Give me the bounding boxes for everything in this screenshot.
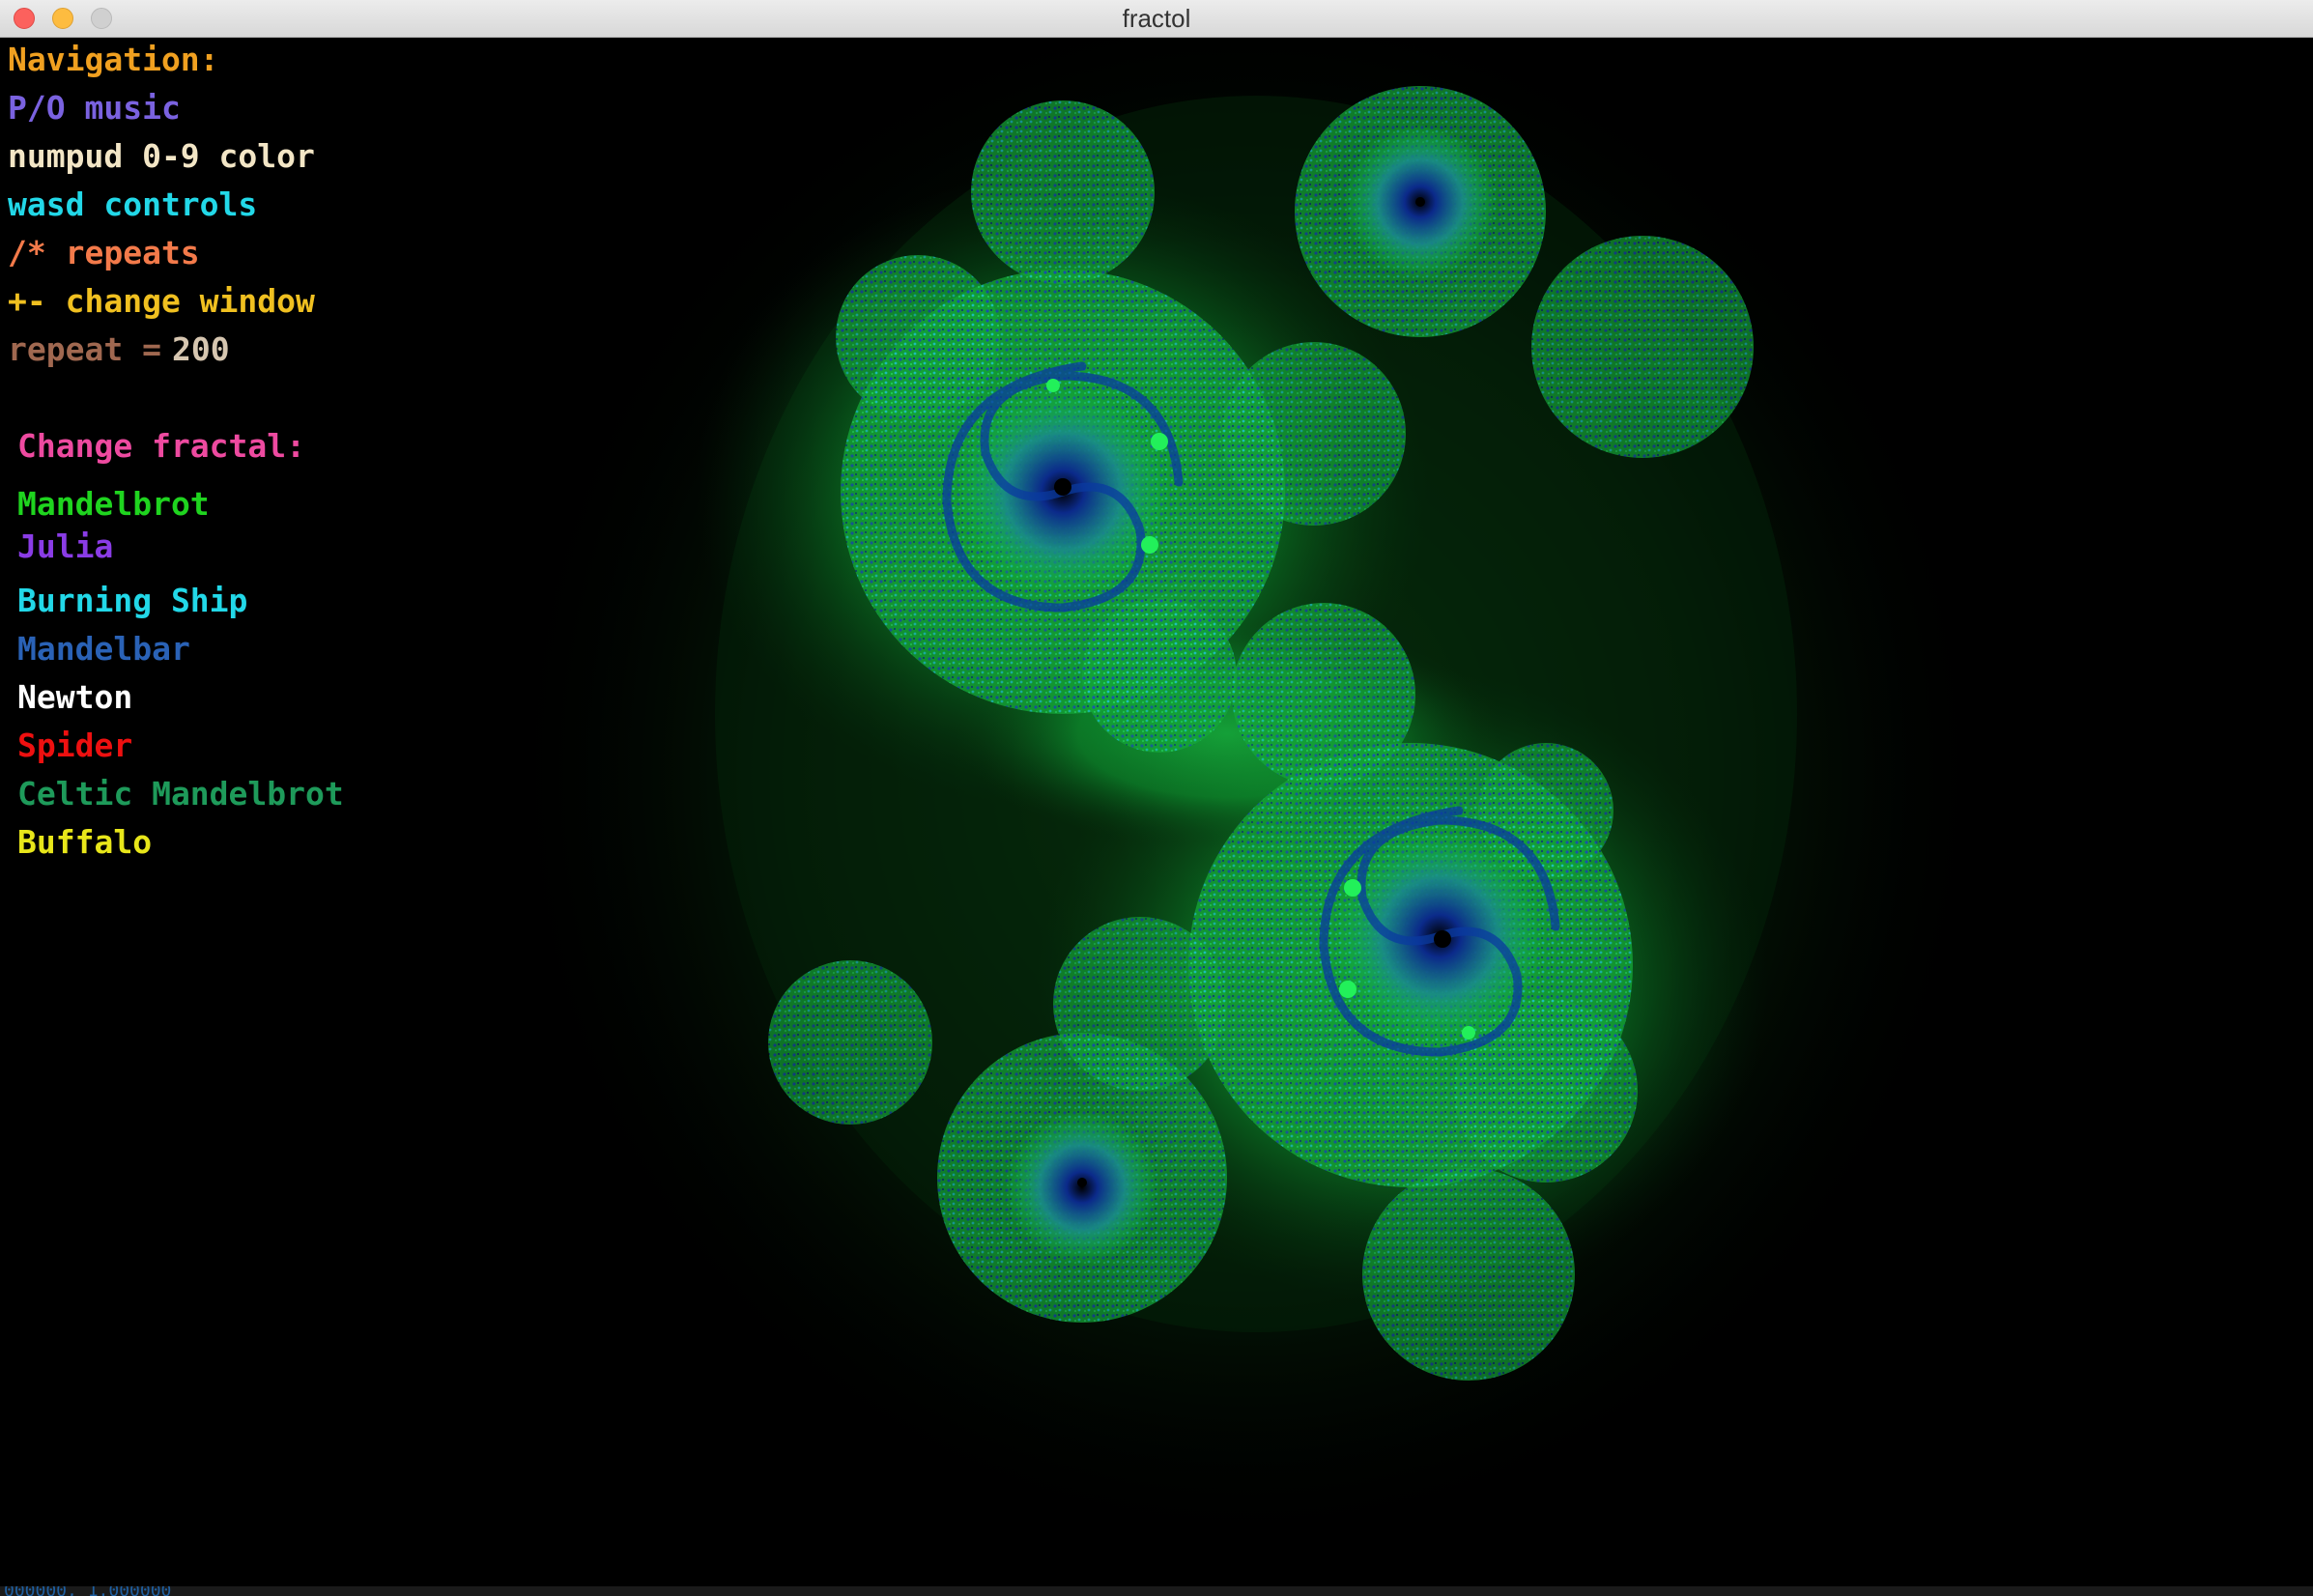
repeat-value: 200 [172,330,230,368]
fractal-canvas[interactable]: Navigation: P/O music numpud 0-9 color w… [0,38,2313,1586]
repeat-label: repeat = [8,330,161,368]
fractal-option-buffalo[interactable]: Buffalo [17,823,152,862]
nav-repeats-hint: /* repeats [8,234,200,271]
fractal-option-julia[interactable]: Julia [17,527,113,566]
nav-color-hint: numpud 0-9 color [8,137,315,175]
app-window: fractol Navigation: P/O music numpud 0-9… [0,0,2313,1596]
fractal-list-heading: Change fractal: [17,427,306,465]
status-bar: 000000, 1.000000 [0,1586,2313,1596]
nav-controls-hint: wasd controls [8,185,258,223]
fractal-option-mandelbar[interactable]: Mandelbar [17,630,190,669]
fractal-option-spider[interactable]: Spider [17,727,132,765]
fractal-option-mandelbrot[interactable]: Mandelbrot [17,485,210,524]
window-title: fractol [1122,4,1191,33]
title-bar[interactable]: fractol [0,0,2313,38]
nav-heading: Navigation: [8,41,219,78]
julia-fractal-render [493,38,2000,1564]
fractal-option-newton[interactable]: Newton [17,678,132,717]
fractal-option-celtic-mandelbrot[interactable]: Celtic Mandelbrot [17,775,344,813]
fractal-option-burning-ship[interactable]: Burning Ship [17,582,247,620]
status-coordinates: 000000, 1.000000 [4,1586,171,1596]
nav-music-hint: P/O music [8,89,181,127]
nav-window-hint: +- change window [8,282,315,320]
